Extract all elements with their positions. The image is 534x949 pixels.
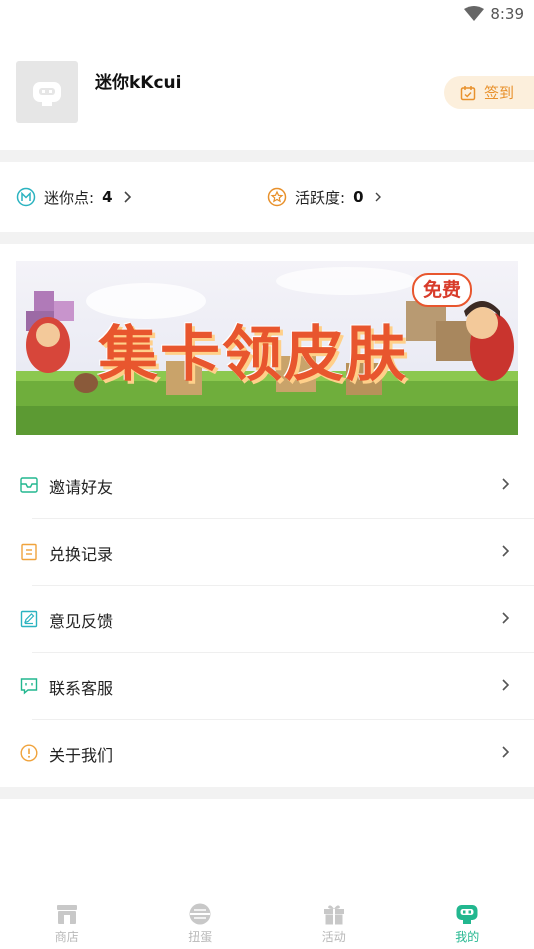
menu-item-invite-friends[interactable]: 邀请好友 xyxy=(0,452,534,519)
mini-points-label: 迷你点: xyxy=(44,188,95,207)
tab-label: 活动 xyxy=(321,930,346,944)
activity-value: 0 xyxy=(353,188,364,206)
mail-icon xyxy=(20,477,38,493)
menu-item-label: 兑换记录 xyxy=(49,545,114,564)
stats-row: 迷你点: 4 活跃度: 0 xyxy=(0,162,534,232)
menu-item-redeem-history[interactable]: 兑换记录 xyxy=(0,519,534,586)
mascot-icon xyxy=(456,905,478,924)
chevron-right-icon xyxy=(502,746,510,758)
section-divider xyxy=(0,787,534,799)
activity-stat[interactable]: 活跃度: 0 xyxy=(267,186,382,208)
menu-list: 邀请好友 兑换记录 意见反馈 联系客服 关于我们 xyxy=(0,452,534,787)
chevron-right-icon xyxy=(502,545,510,557)
star-badge-icon xyxy=(267,187,287,207)
chevron-right-icon xyxy=(502,612,510,624)
chevron-right-icon xyxy=(502,478,510,490)
bottom-tab-bar: 商店 扭蛋 活动 我的 xyxy=(0,896,534,949)
info-icon xyxy=(20,744,38,762)
activity-label: 活跃度: xyxy=(295,188,346,207)
menu-item-label: 意见反馈 xyxy=(49,612,114,631)
promo-banner[interactable]: 集卡领皮肤 免费 xyxy=(16,261,518,435)
edit-icon xyxy=(20,610,38,628)
tab-mine[interactable]: 我的 xyxy=(401,896,534,949)
section-divider xyxy=(0,150,534,162)
gift-icon xyxy=(323,905,344,925)
tab-label: 扭蛋 xyxy=(188,930,213,944)
chevron-right-icon xyxy=(375,192,381,202)
banner-title: 集卡领皮肤 xyxy=(98,320,408,390)
menu-item-customer-service[interactable]: 联系客服 xyxy=(0,653,534,720)
menu-item-about-us[interactable]: 关于我们 xyxy=(0,720,534,787)
calendar-check-icon xyxy=(460,85,476,100)
checkin-label: 签到 xyxy=(484,84,515,102)
section-divider xyxy=(0,232,534,244)
profile-header: 迷你kKcui 签到 xyxy=(0,30,534,150)
chevron-right-icon xyxy=(502,679,510,691)
status-time: 8:39 xyxy=(490,5,524,23)
document-icon xyxy=(21,543,37,561)
banner-free-badge: 免费 xyxy=(412,273,472,307)
menu-item-feedback[interactable]: 意见反馈 xyxy=(0,586,534,653)
chevron-right-icon xyxy=(123,191,131,203)
menu-item-label: 关于我们 xyxy=(49,746,114,765)
wifi-icon xyxy=(464,6,484,21)
mascot-placeholder-icon xyxy=(33,82,61,106)
mini-points-value: 4 xyxy=(102,188,113,206)
chat-icon xyxy=(20,678,38,695)
mini-coin-icon xyxy=(16,187,36,207)
mini-points-stat[interactable]: 迷你点: 4 xyxy=(16,186,133,208)
status-bar: 8:39 xyxy=(0,0,534,30)
menu-item-label: 邀请好友 xyxy=(49,478,114,497)
menu-item-label: 联系客服 xyxy=(49,679,114,698)
avatar[interactable] xyxy=(16,61,78,123)
checkin-button[interactable]: 签到 xyxy=(444,76,534,109)
tab-store[interactable]: 商店 xyxy=(0,896,134,949)
tab-label: 商店 xyxy=(54,930,79,944)
tab-label: 我的 xyxy=(455,930,480,944)
store-icon xyxy=(56,905,77,924)
capsule-icon xyxy=(189,903,211,925)
tab-capsule[interactable]: 扭蛋 xyxy=(134,896,268,949)
username: 迷你kKcui xyxy=(95,73,182,93)
tab-events[interactable]: 活动 xyxy=(267,896,401,949)
